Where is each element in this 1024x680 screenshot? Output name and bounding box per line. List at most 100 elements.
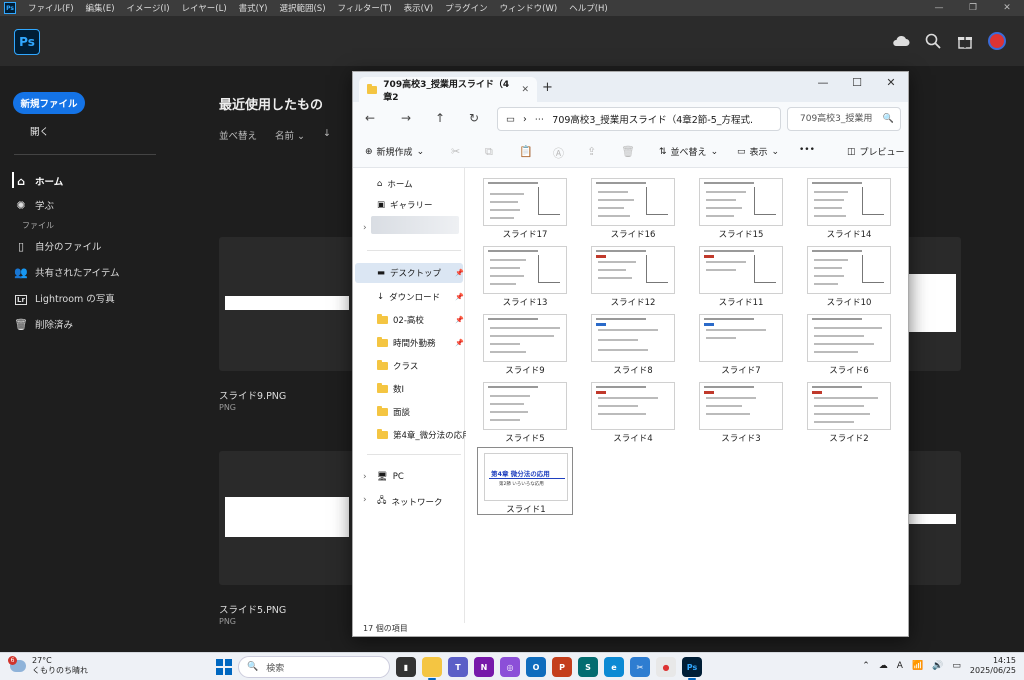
up-icon[interactable]: ↑ xyxy=(435,111,445,125)
nav-pc[interactable]: 🖥 PC xyxy=(377,472,404,482)
menu-view[interactable]: 表示(V) xyxy=(398,2,439,14)
file-item[interactable]: スライド5 xyxy=(477,377,573,445)
menu-select[interactable]: 選択範囲(S) xyxy=(273,2,331,14)
new-button[interactable]: ⊕ 新規作成 ⌄ xyxy=(365,145,424,159)
sway-icon[interactable]: S xyxy=(578,657,598,677)
file-item[interactable]: スライド2 xyxy=(801,377,897,445)
file-item[interactable]: スライド9 xyxy=(477,309,573,377)
file-item[interactable]: スライド10 xyxy=(801,241,897,309)
battery-icon[interactable]: ▭ xyxy=(952,661,961,671)
share-icon[interactable]: ⇪ xyxy=(587,145,596,158)
menu-image[interactable]: イメージ(I) xyxy=(121,2,176,14)
file-item[interactable]: スライド4 xyxy=(585,377,681,445)
teams-icon[interactable]: T xyxy=(448,657,468,677)
tab-folder[interactable]: 709高校3_授業用スライド（4章2 ✕ xyxy=(359,77,537,103)
windows-start-icon[interactable] xyxy=(216,659,232,675)
new-file-button[interactable]: 新規ファイル xyxy=(13,92,85,114)
nav-desktop[interactable]: ▬ デスクトップ 📌 xyxy=(377,267,464,279)
copy-icon[interactable]: ⧉ xyxy=(485,145,493,159)
sidebar-item-learn[interactable]: ✺ 学ぶ xyxy=(14,198,54,213)
file-item[interactable]: スライド17 xyxy=(477,173,573,241)
back-icon[interactable]: ← xyxy=(365,111,375,125)
nav-gallery[interactable]: ▣ ギャラリー xyxy=(377,199,433,211)
sort-dropdown[interactable]: 名前 ⌄ xyxy=(275,128,305,142)
file-item[interactable]: スライド8 xyxy=(585,309,681,377)
file-item[interactable]: スライド3 xyxy=(693,377,789,445)
file-item[interactable]: スライド15 xyxy=(693,173,789,241)
refresh-icon[interactable]: ↻ xyxy=(469,111,479,125)
photoshop-taskbar-icon[interactable]: Ps xyxy=(682,657,702,680)
new-tab-icon[interactable]: + xyxy=(542,80,553,95)
sidebar-item-shared[interactable]: 👥 共有されたアイテム xyxy=(14,265,119,280)
wifi-icon[interactable]: 📶 xyxy=(912,661,923,671)
paste-icon[interactable]: 📋 xyxy=(519,145,533,158)
nav-folder[interactable]: クラス xyxy=(377,360,418,372)
rename-icon[interactable]: Ⓐ xyxy=(553,145,564,161)
close-icon[interactable]: ✕ xyxy=(874,72,908,94)
nav-home[interactable]: ⌂ ホーム xyxy=(377,178,413,190)
chrome-icon[interactable]: ● xyxy=(656,657,676,677)
nav-network[interactable]: 🖧 ネットワーク xyxy=(377,495,443,509)
ime-indicator[interactable]: A xyxy=(897,661,903,671)
more-options-button[interactable]: ••• xyxy=(799,145,815,155)
file-explorer-icon[interactable] xyxy=(422,657,442,680)
gift-icon[interactable] xyxy=(956,32,974,50)
menu-help[interactable]: ヘルプ(H) xyxy=(563,2,614,14)
cloud-icon[interactable] xyxy=(892,32,910,50)
sidebar-item-home[interactable]: ⌂ ホーム xyxy=(11,172,63,188)
menu-type[interactable]: 書式(Y) xyxy=(233,2,274,14)
sort-direction-icon[interactable]: ↓ xyxy=(323,128,331,142)
delete-icon[interactable]: 🗑 xyxy=(621,145,635,158)
nav-onedrive-blurred[interactable] xyxy=(371,216,459,234)
close-icon[interactable]: ✕ xyxy=(990,0,1024,16)
task-view-icon[interactable]: ▮ xyxy=(396,657,416,677)
powerpoint-icon[interactable]: P xyxy=(552,657,572,677)
breadcrumb[interactable]: 709高校3_授業用スライド（4章2節-5_方程式. xyxy=(552,112,753,126)
copilot-icon[interactable]: ◎ xyxy=(500,657,520,677)
outlook-icon[interactable]: O xyxy=(526,657,546,677)
overflow-icon[interactable]: ⋯ xyxy=(535,114,545,125)
menu-filter[interactable]: フィルター(T) xyxy=(332,2,398,14)
menu-plugins[interactable]: プラグイン xyxy=(439,2,494,14)
file-item[interactable]: スライド7 xyxy=(693,309,789,377)
chevron-right-icon[interactable]: › xyxy=(363,472,367,482)
menu-file[interactable]: ファイル(F) xyxy=(22,2,80,14)
chevron-right-icon[interactable]: › xyxy=(363,495,367,505)
file-item[interactable]: スライド6 xyxy=(801,309,897,377)
restore-icon[interactable]: ❐ xyxy=(956,0,990,16)
taskbar-search[interactable]: 🔍 検索 xyxy=(238,656,390,678)
file-item[interactable]: 第4章 微分法の応用 第2節 いろいろな応用 スライド1 xyxy=(477,447,573,515)
file-item[interactable]: スライド14 xyxy=(801,173,897,241)
onedrive-icon[interactable]: ☁ xyxy=(879,661,888,671)
file-item[interactable]: スライド12 xyxy=(585,241,681,309)
nav-folder[interactable]: 第4章_微分法の応用 xyxy=(377,429,471,441)
address-bar[interactable]: ▭ › ⋯ 709高校3_授業用スライド（4章2節-5_方程式. xyxy=(497,107,781,131)
close-tab-icon[interactable]: ✕ xyxy=(521,85,529,95)
edge-icon[interactable]: e xyxy=(604,657,624,677)
minimize-icon[interactable]: — xyxy=(806,72,840,94)
sidebar-item-lightroom[interactable]: Lr Lightroom の写真 xyxy=(14,291,115,305)
volume-icon[interactable]: 🔊 xyxy=(932,661,943,671)
sort-button[interactable]: ⇅ 並べ替え ⌄ xyxy=(659,145,718,159)
preview-button[interactable]: ◫ プレビュー xyxy=(847,145,905,159)
chevron-up-icon[interactable]: ⌃ xyxy=(862,661,870,671)
sidebar-item-my-files[interactable]: ▯ 自分のファイル xyxy=(14,239,102,254)
menu-edit[interactable]: 編集(E) xyxy=(80,2,121,14)
nav-folder[interactable]: 02-高校 📌 xyxy=(377,314,464,326)
file-item[interactable]: スライド11 xyxy=(693,241,789,309)
sidebar-item-deleted[interactable]: 🗑 削除済み xyxy=(14,317,73,332)
snipping-icon[interactable]: ✂ xyxy=(630,657,650,677)
open-button[interactable]: 開く xyxy=(30,124,49,138)
chevron-right-icon[interactable]: › xyxy=(363,223,367,233)
file-name[interactable]: スライド9.PNG xyxy=(219,388,286,402)
search-icon[interactable] xyxy=(924,32,942,50)
view-button[interactable]: ▭ 表示 ⌄ xyxy=(737,145,779,159)
onenote-icon[interactable]: N xyxy=(474,657,494,677)
minimize-icon[interactable]: — xyxy=(922,0,956,16)
clock[interactable]: 14:15 2025/06/25 xyxy=(970,656,1016,676)
file-item[interactable]: スライド16 xyxy=(585,173,681,241)
cut-icon[interactable]: ✂ xyxy=(451,145,460,158)
search-input[interactable]: 709高校3_授業用 🔍 xyxy=(787,107,901,131)
nav-folder[interactable]: 面談 xyxy=(377,406,410,418)
file-name[interactable]: スライド5.PNG xyxy=(219,602,286,616)
